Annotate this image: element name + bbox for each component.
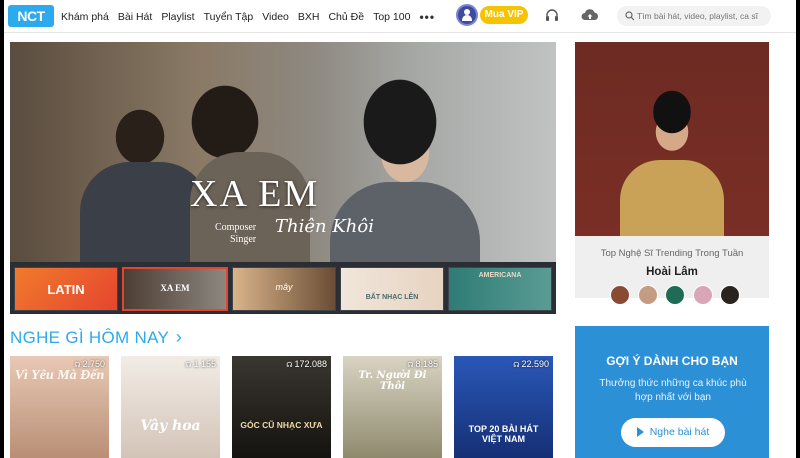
listen-count: 172.088 — [286, 359, 327, 369]
search-box[interactable] — [617, 6, 771, 26]
banner-credit-singer: Singer — [230, 234, 257, 245]
artist-avatar[interactable] — [720, 285, 740, 305]
trending-artist-panel[interactable]: Top Nghệ Sĩ Trending Trong Tuần Hoài Lâm — [575, 42, 769, 305]
artist-avatar[interactable] — [665, 285, 685, 305]
hero-banner[interactable]: XA EM Composer Singer Thiên Khôi LATIN X… — [10, 42, 556, 314]
nav-playlist[interactable]: Playlist — [161, 11, 194, 23]
trending-avatars — [610, 285, 740, 305]
nct-logo[interactable]: NCT — [8, 5, 54, 27]
artist-avatar[interactable] — [692, 285, 713, 305]
listen-count: 8.185 — [407, 359, 438, 369]
buy-vip-button[interactable]: Mua VIP — [480, 6, 528, 24]
search-input[interactable] — [637, 6, 767, 26]
playlist-card[interactable]: 1.155 Vây hoa — [121, 356, 220, 458]
nav-tuyen-tap[interactable]: Tuyển Tập — [204, 11, 254, 23]
artist-avatar[interactable] — [610, 285, 630, 305]
play-icon — [636, 427, 644, 438]
recommendation-panel: GỢI Ý DÀNH CHO BẠN Thưởng thức những ca … — [575, 326, 769, 458]
card-title: TOP 20 BÀI HÁT VIỆT NAM — [468, 424, 539, 444]
thumb-label: AMERICANA — [478, 272, 522, 279]
user-avatar[interactable] — [456, 4, 478, 26]
listen-button[interactable]: Nghe bài hát — [621, 418, 725, 447]
artist-avatar[interactable] — [637, 285, 658, 305]
banner-credit: Composer Singer — [215, 222, 256, 246]
upload-cloud-icon[interactable] — [581, 8, 599, 22]
listen-count: 22.590 — [513, 359, 549, 369]
nav-video[interactable]: Video — [262, 11, 289, 23]
nav-bxh[interactable]: BXH — [298, 11, 320, 23]
banner-thumb-3[interactable]: mây — [232, 267, 336, 311]
banner-title: XA EM — [190, 173, 320, 215]
nav-bai-hat[interactable]: Bài Hát — [118, 11, 152, 23]
playlist-cards: 2.750 Vì Yêu Mà Đến 1.155 Vây hoa 172.08… — [10, 356, 562, 458]
recommendation-description: Thưởng thức những ca khúc phù hợp nhất v… — [599, 378, 747, 403]
nav-chu-de[interactable]: Chủ Đề — [328, 11, 364, 23]
recommendation-title: GỢI Ý DÀNH CHO BẠN — [606, 354, 738, 368]
banner-thumb-2[interactable]: XA EM — [122, 267, 228, 311]
playlist-card[interactable]: 22.590 TOP 20 BÀI HÁT VIỆT NAM — [454, 356, 553, 458]
chevron-right-icon: › — [175, 327, 183, 347]
trending-artist-name[interactable]: Hoài Lâm — [575, 266, 769, 278]
thumb-label: LATIN — [47, 282, 85, 297]
trending-caption: Top Nghệ Sĩ Trending Trong Tuần — [600, 248, 744, 259]
listen-button-label: Nghe bài hát — [649, 426, 710, 438]
banner-image[interactable]: XA EM Composer Singer Thiên Khôi — [10, 42, 556, 262]
trending-artist-photo[interactable] — [575, 42, 769, 236]
banner-thumb-4[interactable]: BẤT NHẠC LÊN — [340, 267, 444, 311]
banner-credit-composer: Composer — [215, 222, 257, 233]
main-nav: Khám phá Bài Hát Playlist Tuyển Tập Vide… — [61, 0, 435, 33]
more-menu-icon[interactable]: ••• — [419, 10, 435, 24]
banner-signature: Thiên Khôi — [275, 216, 374, 237]
nav-kham-pha[interactable]: Khám phá — [61, 11, 109, 23]
playlist-card[interactable]: 172.088 GÓC CŨ NHẠC XƯA — [232, 356, 331, 458]
card-title: Vì Yêu Mà Đến — [14, 368, 105, 383]
card-title: Tr. Người Đi Thôi — [358, 370, 427, 392]
card-title: GÓC CŨ NHẠC XƯA — [240, 420, 323, 430]
headphones-icon[interactable] — [545, 8, 559, 22]
thumb-label: mây — [275, 282, 293, 292]
listen-count: 1.155 — [185, 359, 216, 369]
card-title: Vây hoa — [140, 418, 201, 434]
section-title-text: NGHE GÌ HÔM NAY — [10, 328, 169, 347]
nav-top-100[interactable]: Top 100 — [373, 11, 410, 23]
thumb-label: XA EM — [160, 283, 190, 293]
thumb-label: BẤT NHẠC LÊN — [365, 294, 419, 301]
section-title[interactable]: NGHE GÌ HÔM NAY › — [10, 327, 182, 348]
search-icon — [625, 11, 635, 21]
banner-thumb-5[interactable]: AMERICANA — [448, 267, 552, 311]
banner-thumbnails: LATIN XA EM mây BẤT NHẠC LÊN AMERICANA — [10, 264, 556, 314]
page-frame: NCT Khám phá Bài Hát Playlist Tuyển Tập … — [4, 0, 796, 458]
banner-thumb-1[interactable]: LATIN — [14, 267, 118, 311]
playlist-card[interactable]: 8.185 Tr. Người Đi Thôi — [343, 356, 442, 458]
trending-artist-jacket — [620, 160, 724, 236]
playlist-card[interactable]: 2.750 Vì Yêu Mà Đến — [10, 356, 109, 458]
top-header: NCT Khám phá Bài Hát Playlist Tuyển Tập … — [4, 0, 796, 33]
